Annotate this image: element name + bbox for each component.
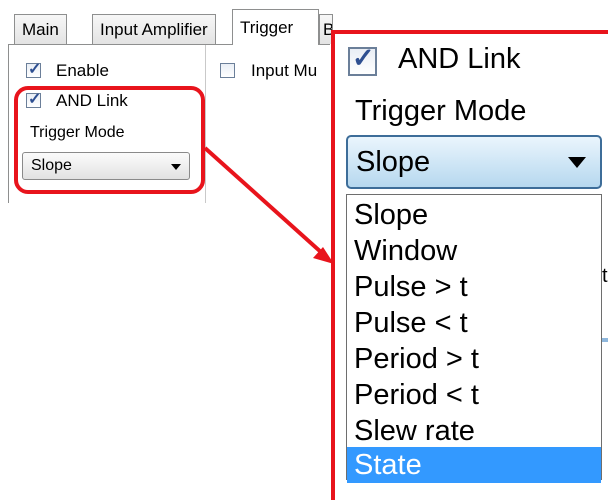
dropdown-option-period-lt[interactable]: Period < t — [347, 377, 601, 413]
dropdown-option-period-gt[interactable]: Period > t — [347, 341, 601, 377]
trigger-mode-dropdown-list: Slope Window Pulse > t Pulse < t Period … — [346, 194, 602, 483]
tab-trigger[interactable]: Trigger — [232, 9, 319, 45]
dropdown-option-pulse-lt[interactable]: Pulse < t — [347, 305, 601, 341]
zoom-trigger-mode-label: Trigger Mode — [355, 95, 527, 127]
chevron-down-icon — [568, 157, 586, 168]
zoom-trigger-mode-value: Slope — [356, 146, 431, 178]
tab-trigger-label: Trigger — [240, 18, 294, 37]
arrow-line — [203, 146, 324, 255]
dropdown-option-pulse-gt[interactable]: Pulse > t — [347, 269, 601, 305]
dropdown-option-state[interactable]: State — [347, 447, 601, 483]
check-icon: ✓ — [352, 43, 375, 73]
background-fragment — [602, 338, 608, 342]
dropdown-option-slew-rate[interactable]: Slew rate — [347, 413, 601, 449]
dropdown-option-slope[interactable]: Slope — [347, 197, 601, 233]
dropdown-option-window[interactable]: Window — [347, 233, 601, 269]
zoom-trigger-mode-select[interactable]: Slope — [346, 135, 602, 189]
zoom-and-link-label: AND Link — [398, 43, 521, 75]
zoom-and-link-checkbox[interactable]: ✓ — [348, 43, 377, 76]
background-text-fragment: t — [602, 265, 608, 287]
